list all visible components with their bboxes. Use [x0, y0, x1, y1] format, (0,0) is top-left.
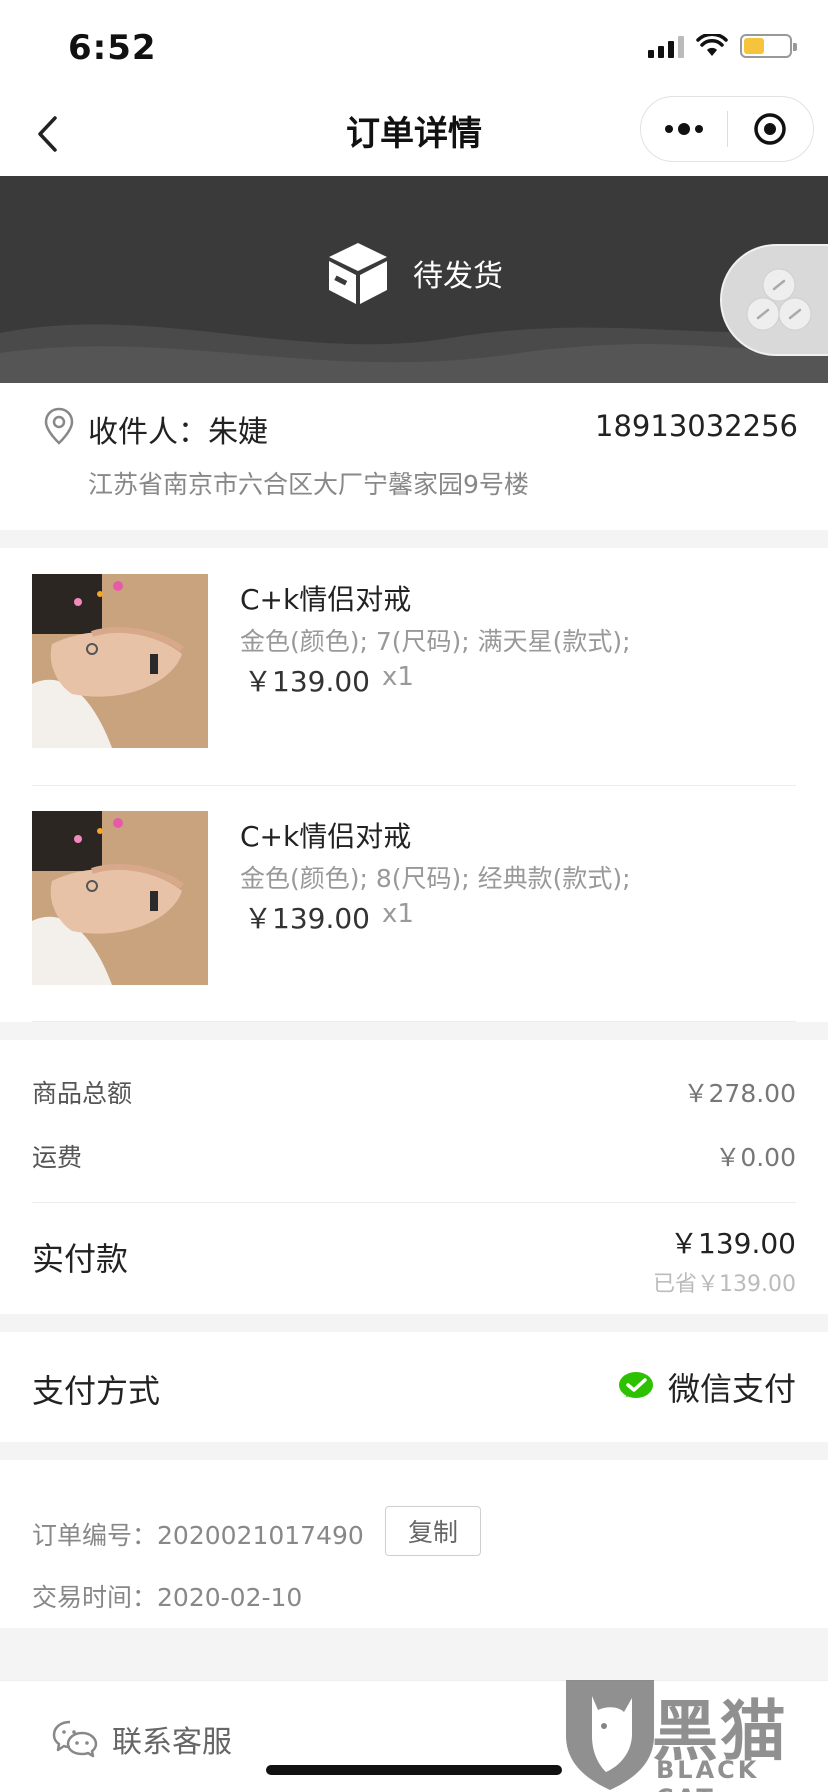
box-icon [329, 243, 387, 304]
shipping-value: ￥0.00 [715, 1143, 796, 1172]
target-circle-icon [754, 113, 786, 145]
product-list: C+k情侣对戒 金色(颜色); 7(尺码); 满天星(款式); ￥139.00 … [0, 548, 828, 1022]
trade-time-value: 2020-02-10 [157, 1583, 303, 1612]
recipient-label: 收件人： [88, 415, 208, 450]
copy-button[interactable]: 复制 [385, 1506, 481, 1556]
watermark: 黑猫 BLACK CAT [556, 1676, 828, 1792]
product-quantity: x1 [382, 899, 414, 929]
product-spec: 金色(颜色); 7(尺码); 满天星(款式); [240, 627, 631, 656]
price-summary: 商品总额 ￥278.00 运费 ￥0.00 实付款 ￥139.00 已省￥139… [0, 1040, 828, 1314]
share-float-button[interactable] [720, 244, 828, 356]
product-image [32, 574, 208, 748]
order-number-value: 2020021017490 [157, 1521, 364, 1550]
status-icons [648, 34, 797, 58]
shipping-address-card: 收件人：朱婕 18913032256 江苏省南京市六合区大厂宁馨家园9号楼 [0, 383, 828, 530]
contact-service-button[interactable]: 联系客服 [52, 1717, 232, 1761]
trade-time-label: 交易时间： [32, 1583, 158, 1612]
product-item[interactable]: C+k情侣对戒 金色(颜色); 7(尺码); 满天星(款式); ￥139.00 … [0, 548, 828, 784]
recipient: 收件人：朱婕 [88, 407, 268, 451]
trade-time: 交易时间：2020-02-10 [32, 1578, 302, 1614]
summary-divider [32, 1202, 796, 1203]
paid-label: 实付款 [32, 1240, 129, 1278]
address-text: 江苏省南京市六合区大厂宁馨家园9号楼 [88, 470, 529, 499]
watermark-en: BLACK CAT [656, 1756, 760, 1792]
goods-total-value: ￥278.00 [683, 1079, 796, 1108]
order-number: 订单编号：2020021017490 [32, 1516, 364, 1552]
order-info: 订单编号：2020021017490 复制 交易时间：2020-02-10 [0, 1460, 828, 1628]
payment-method-name: 微信支付 [667, 1370, 796, 1408]
order-number-label: 订单编号： [32, 1521, 158, 1550]
product-price: ￥139.00 [244, 902, 370, 935]
status-row: 待发货 [0, 240, 828, 306]
product-image [32, 811, 208, 985]
status-time: 6:52 [68, 28, 157, 68]
paid-value: ￥139.00 [670, 1227, 796, 1260]
recipient-phone: 18913032256 [595, 409, 798, 443]
cellular-signal-icon [648, 34, 684, 58]
shipping-label: 运费 [32, 1143, 83, 1172]
saved-amount: 已省￥139.00 [653, 1272, 796, 1297]
banner-waves [0, 324, 828, 383]
nav-bar: 订单详情 [0, 92, 828, 176]
product-divider [32, 1021, 796, 1022]
more-dots-icon [664, 123, 703, 135]
battery-icon [740, 34, 797, 58]
location-pin-icon [44, 407, 74, 445]
wechat-pay-icon [618, 1372, 653, 1398]
close-program-button[interactable] [728, 97, 814, 161]
wifi-icon [696, 34, 728, 56]
home-indicator [266, 1765, 562, 1775]
payment-method: 微信支付 [618, 1364, 796, 1410]
mini-program-capsule [640, 96, 814, 162]
status-bar: 6:52 [0, 0, 828, 92]
more-button[interactable] [641, 97, 727, 161]
order-status-text: 待发货 [413, 259, 503, 294]
product-name: C+k情侣对戒 [240, 820, 412, 853]
payment-method-row: 支付方式 微信支付 [0, 1332, 828, 1442]
product-spec: 金色(颜色); 8(尺码); 经典款(款式); [240, 864, 631, 893]
payment-method-label: 支付方式 [32, 1372, 161, 1410]
product-name: C+k情侣对戒 [240, 583, 412, 616]
recipient-name: 朱婕 [208, 415, 268, 450]
order-status-banner: 待发货 [0, 176, 828, 383]
goods-total-label: 商品总额 [32, 1079, 133, 1108]
chat-bubbles-icon [52, 1720, 98, 1758]
product-price: ￥139.00 [244, 665, 370, 698]
product-item[interactable]: C+k情侣对戒 金色(颜色); 8(尺码); 经典款(款式); ￥139.00 … [0, 785, 828, 1021]
cat-shield-logo [566, 1680, 654, 1790]
contact-service-label: 联系客服 [112, 1725, 232, 1760]
product-quantity: x1 [382, 662, 414, 692]
link-share-icon [746, 268, 812, 331]
